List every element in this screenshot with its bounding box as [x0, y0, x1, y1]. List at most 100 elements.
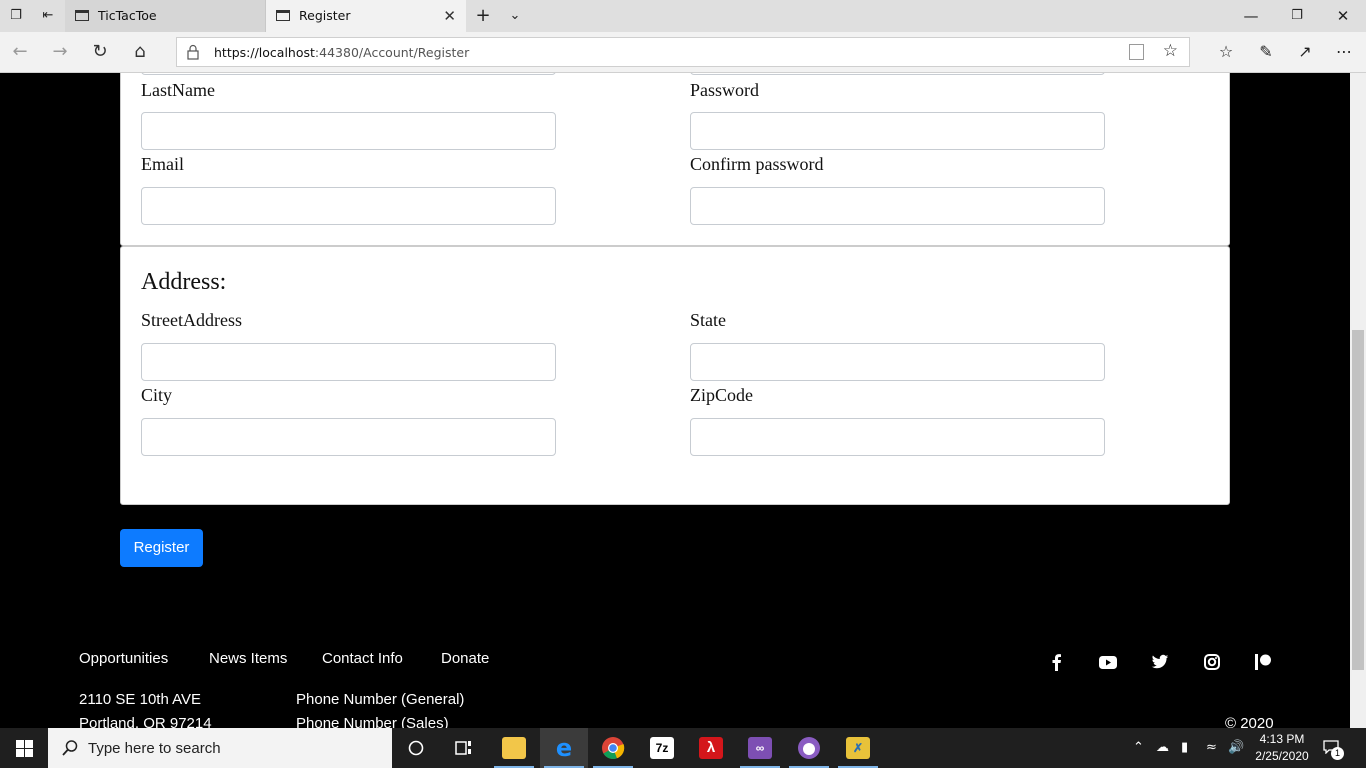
- tab-label: Register: [299, 8, 351, 23]
- web-note-pen-icon[interactable]: ✎: [1254, 41, 1278, 63]
- firstname-input[interactable]: [141, 73, 556, 75]
- username-input[interactable]: [690, 73, 1105, 75]
- lock-icon: [187, 44, 199, 60]
- password-label: Password: [690, 80, 760, 100]
- facebook-icon[interactable]: [1050, 653, 1072, 671]
- app-8-icon: ✗: [846, 737, 870, 759]
- new-tab-icon[interactable]: +: [475, 7, 491, 25]
- footer-copyright: © 2020: [1225, 715, 1274, 728]
- notification-count-badge: 1: [1331, 747, 1344, 760]
- clock-date: 2/25/2020: [1255, 749, 1309, 763]
- task-view-icon: [455, 741, 471, 755]
- tab-list-chevron-icon[interactable]: ⌄: [507, 8, 523, 24]
- email-input[interactable]: [141, 187, 556, 225]
- confirm-password-input[interactable]: [690, 187, 1105, 225]
- tab-register[interactable]: Register ✕: [266, 0, 466, 32]
- confirm-password-label: Confirm password: [690, 154, 824, 174]
- reading-view-icon[interactable]: [1129, 44, 1144, 60]
- footer-phone-general: Phone Number (General): [296, 691, 465, 708]
- page-scrollbar[interactable]: [1350, 73, 1366, 728]
- close-window-button[interactable]: ✕: [1320, 4, 1366, 28]
- street-address-label: StreetAddress: [141, 310, 242, 330]
- minimize-button[interactable]: —: [1228, 4, 1274, 28]
- scrollbar-thumb[interactable]: [1352, 330, 1364, 670]
- volume-icon[interactable]: 🔊: [1228, 740, 1244, 756]
- acrobat-button[interactable]: λ: [687, 728, 735, 768]
- search-placeholder: Type here to search: [88, 740, 221, 757]
- city-input[interactable]: [141, 418, 556, 456]
- more-menu-icon[interactable]: ⋯: [1332, 41, 1356, 63]
- lastname-input[interactable]: [141, 112, 556, 150]
- tab-tictactoe[interactable]: TicTacToe: [65, 0, 266, 32]
- battery-icon[interactable]: ▮: [1181, 740, 1188, 756]
- tab-set-aside-icon[interactable]: ❐: [8, 8, 24, 24]
- 7zip-button[interactable]: 7z: [638, 728, 686, 768]
- github-desktop-icon: [798, 737, 820, 759]
- footer-link-opportunities[interactable]: Opportunities: [79, 650, 168, 667]
- visual-studio-button[interactable]: ∞: [736, 728, 784, 768]
- address-section-title: Address:: [141, 269, 227, 295]
- city-label: City: [141, 385, 173, 405]
- account-card: LastName Password Email Confirm password: [120, 73, 1230, 246]
- start-button[interactable]: [0, 728, 48, 768]
- chrome-icon: [602, 737, 625, 760]
- register-button[interactable]: Register: [120, 529, 203, 567]
- zipcode-input[interactable]: [690, 418, 1105, 456]
- windows-logo-icon: [16, 740, 33, 757]
- footer-link-donate[interactable]: Donate: [441, 650, 489, 667]
- url-text[interactable]: https://localhost:44380/Account/Register: [214, 45, 469, 60]
- footer-phone-sales: Phone Number (Sales): [296, 715, 449, 728]
- acrobat-icon: λ: [699, 737, 723, 759]
- show-hidden-icons-chevron-icon[interactable]: ⌃: [1133, 740, 1144, 756]
- twitter-icon[interactable]: [1151, 653, 1173, 671]
- footer-link-news-items[interactable]: News Items: [209, 650, 287, 667]
- footer-link-contact-info[interactable]: Contact Info: [322, 650, 403, 667]
- page-icon: [75, 10, 89, 21]
- back-icon[interactable]: ←: [9, 41, 31, 63]
- zipcode-label: ZipCode: [690, 385, 753, 405]
- youtube-icon[interactable]: [1098, 653, 1120, 671]
- footer-address-line1: 2110 SE 10th AVE: [79, 691, 202, 708]
- task-view-button[interactable]: [440, 728, 488, 768]
- cortana-icon: [408, 740, 424, 756]
- lastname-label: LastName: [141, 80, 215, 100]
- 7zip-icon: 7z: [650, 737, 674, 759]
- visual-studio-icon: ∞: [748, 737, 772, 759]
- app-8-button[interactable]: ✗: [834, 728, 882, 768]
- page-icon: [276, 10, 290, 21]
- github-desktop-button[interactable]: [785, 728, 833, 768]
- search-icon: [62, 740, 78, 756]
- favorite-star-icon[interactable]: ☆: [1163, 41, 1178, 61]
- close-tab-icon[interactable]: ✕: [443, 7, 456, 25]
- refresh-icon[interactable]: ↻: [89, 41, 111, 63]
- system-clock[interactable]: 4:13 PM 2/25/2020: [1250, 731, 1314, 765]
- edge-button[interactable]: e: [540, 728, 588, 768]
- footer-address-line2: Portland, OR 97214: [79, 715, 212, 728]
- forward-icon[interactable]: →: [49, 41, 71, 63]
- street-address-input[interactable]: [141, 343, 556, 381]
- password-input[interactable]: [690, 112, 1105, 150]
- file-explorer-button[interactable]: [490, 728, 538, 768]
- share-icon[interactable]: ↗: [1293, 41, 1317, 63]
- onedrive-cloud-icon[interactable]: ☁: [1156, 740, 1169, 756]
- page-viewport: LastName Password Email Confirm password…: [0, 73, 1350, 728]
- chrome-button[interactable]: [589, 728, 637, 768]
- wifi-icon[interactable]: ≈: [1206, 740, 1217, 756]
- windows-taskbar: Type here to search e 7z λ ∞ ✗ ⌃ ☁ ▮ ≈ 🔊…: [0, 728, 1366, 768]
- home-icon[interactable]: ⌂: [129, 41, 151, 63]
- taskbar-search-box[interactable]: Type here to search: [48, 728, 392, 768]
- browser-nav-bar: ← → ↻ ⌂ https://localhost:44380/Account/…: [0, 32, 1366, 73]
- state-input[interactable]: [690, 343, 1105, 381]
- favorites-hub-icon[interactable]: ☆: [1214, 41, 1238, 63]
- tab-label: TicTacToe: [98, 8, 157, 23]
- address-card: Address: StreetAddress State City ZipCod…: [120, 246, 1230, 505]
- browser-tab-bar: ❐ ⇤ TicTacToe Register ✕ + ⌄ — ❐ ✕: [0, 0, 1366, 32]
- cortana-button[interactable]: [392, 728, 440, 768]
- action-center-button[interactable]: 1: [1323, 739, 1344, 760]
- state-label: State: [690, 310, 726, 330]
- patreon-icon[interactable]: [1254, 653, 1276, 671]
- instagram-icon[interactable]: [1203, 653, 1225, 671]
- tabs-aside-icon[interactable]: ⇤: [40, 8, 56, 24]
- restore-button[interactable]: ❐: [1274, 4, 1320, 28]
- address-bar[interactable]: https://localhost:44380/Account/Register…: [176, 37, 1190, 67]
